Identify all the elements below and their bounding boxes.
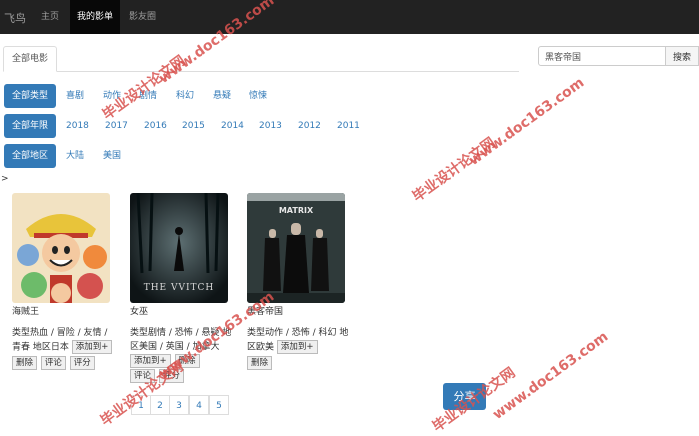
- filter-type-option[interactable]: 悬疑: [213, 84, 231, 108]
- filter-year-option[interactable]: 2012: [298, 114, 321, 138]
- share-button[interactable]: 分享: [443, 383, 486, 410]
- movie-actions: 添加到+ 删除: [130, 354, 240, 368]
- filter-year-option[interactable]: 2018: [66, 114, 89, 138]
- brand-logo[interactable]: 飞鸟: [4, 10, 26, 26]
- movie-poster[interactable]: THE VVITCH: [130, 193, 228, 303]
- page-link[interactable]: 5: [209, 395, 229, 415]
- search-input[interactable]: [538, 46, 666, 66]
- nav-item-my-list[interactable]: 我的影单: [70, 0, 121, 34]
- filter-type-option[interactable]: 惊悚: [249, 84, 267, 108]
- page-link[interactable]: 4: [189, 395, 209, 415]
- comment-button[interactable]: 评论: [130, 369, 156, 383]
- filter-year-option[interactable]: 2016: [144, 114, 167, 138]
- nav-item-home[interactable]: 主页: [34, 0, 66, 34]
- search-button[interactable]: 搜索: [665, 46, 699, 66]
- rate-button[interactable]: 评分: [69, 355, 95, 370]
- add-to-list-button[interactable]: 添加到+: [276, 340, 318, 354]
- add-to-list-button[interactable]: 添加到+: [71, 340, 113, 354]
- delete-button[interactable]: 删除: [247, 355, 273, 370]
- movie-poster[interactable]: MATRIX: [247, 193, 345, 303]
- movie-meta: 类型剧情 / 恐怖 / 悬疑 地区美国 / 英国 / 加拿大: [130, 326, 236, 354]
- movie-actions: 评论 评分: [130, 369, 240, 383]
- filter-region-all[interactable]: 全部地区: [4, 144, 57, 168]
- filter-year-option[interactable]: 2014: [221, 114, 244, 138]
- movie-actions: 删除 评论 评分: [12, 355, 122, 370]
- page-link[interactable]: 3: [169, 395, 189, 415]
- filter-type-all[interactable]: 全部类型: [4, 84, 57, 108]
- rate-button[interactable]: 评分: [158, 369, 184, 383]
- movie-actions: 删除: [247, 355, 357, 370]
- add-to-list-button[interactable]: 添加到+: [130, 354, 171, 368]
- top-navbar: 飞鸟 主页 我的影单 影友圈: [0, 0, 699, 34]
- movie-title[interactable]: 黑客帝国: [247, 305, 357, 319]
- movie-card: 海贼王 类型热血 / 冒险 / 友情 / 青春 地区日本 添加到+ 删除 评论 …: [12, 193, 122, 370]
- filter-type-option[interactable]: 科幻: [176, 84, 194, 108]
- tab-all-movies[interactable]: 全部电影: [3, 46, 58, 72]
- filter-year-all[interactable]: 全部年限: [4, 114, 57, 138]
- watermark-url: www.doc163.com: [466, 74, 588, 169]
- filter-year-option[interactable]: 2015: [182, 114, 205, 138]
- filter-year-option[interactable]: 2013: [259, 114, 282, 138]
- page-link[interactable]: 1: [131, 395, 151, 415]
- delete-button[interactable]: 删除: [12, 355, 38, 370]
- comment-button[interactable]: 评论: [40, 355, 66, 370]
- movie-card: THE VVITCH 女巫 类型剧情 / 恐怖 / 悬疑 地区美国 / 英国 /…: [130, 193, 240, 383]
- movie-title[interactable]: 海贼王: [12, 305, 122, 319]
- page-link[interactable]: 2: [150, 395, 170, 415]
- watermark-url: www.doc163.com: [490, 328, 612, 423]
- filter-year-option[interactable]: 2011: [337, 114, 360, 138]
- nav-item-friends[interactable]: 影友圈: [122, 0, 163, 34]
- movie-poster[interactable]: [12, 193, 110, 303]
- movie-title[interactable]: 女巫: [130, 305, 240, 319]
- filter-type-option[interactable]: 动作: [103, 84, 121, 108]
- filter-type-option[interactable]: 剧情: [139, 84, 157, 108]
- watermark-text: 毕业设计论文网: [409, 134, 499, 206]
- movie-meta: 类型动作 / 恐怖 / 科幻 地区欧美 添加到+: [247, 326, 353, 355]
- movie-meta: 类型热血 / 冒险 / 友情 / 青春 地区日本 添加到+: [12, 326, 118, 355]
- movie-card: MATRIX 黑客帝国 类型动作 / 恐怖 / 科幻 地区欧美 添加到+ 删除: [247, 193, 357, 370]
- movie-meta-text: 类型剧情 / 恐怖 / 悬疑 地区美国 / 英国 / 加拿大: [130, 328, 232, 352]
- filter-region-option[interactable]: 美国: [103, 144, 121, 168]
- caret-marker: >: [1, 174, 9, 184]
- delete-button[interactable]: 删除: [174, 354, 200, 368]
- filter-type-option[interactable]: 喜剧: [66, 84, 84, 108]
- filter-region-option[interactable]: 大陆: [66, 144, 84, 168]
- poster-caption: MATRIX: [279, 206, 314, 215]
- poster-caption: THE VVITCH: [144, 283, 215, 293]
- movie-tabs: 全部电影: [3, 45, 519, 72]
- filter-year-option[interactable]: 2017: [105, 114, 128, 138]
